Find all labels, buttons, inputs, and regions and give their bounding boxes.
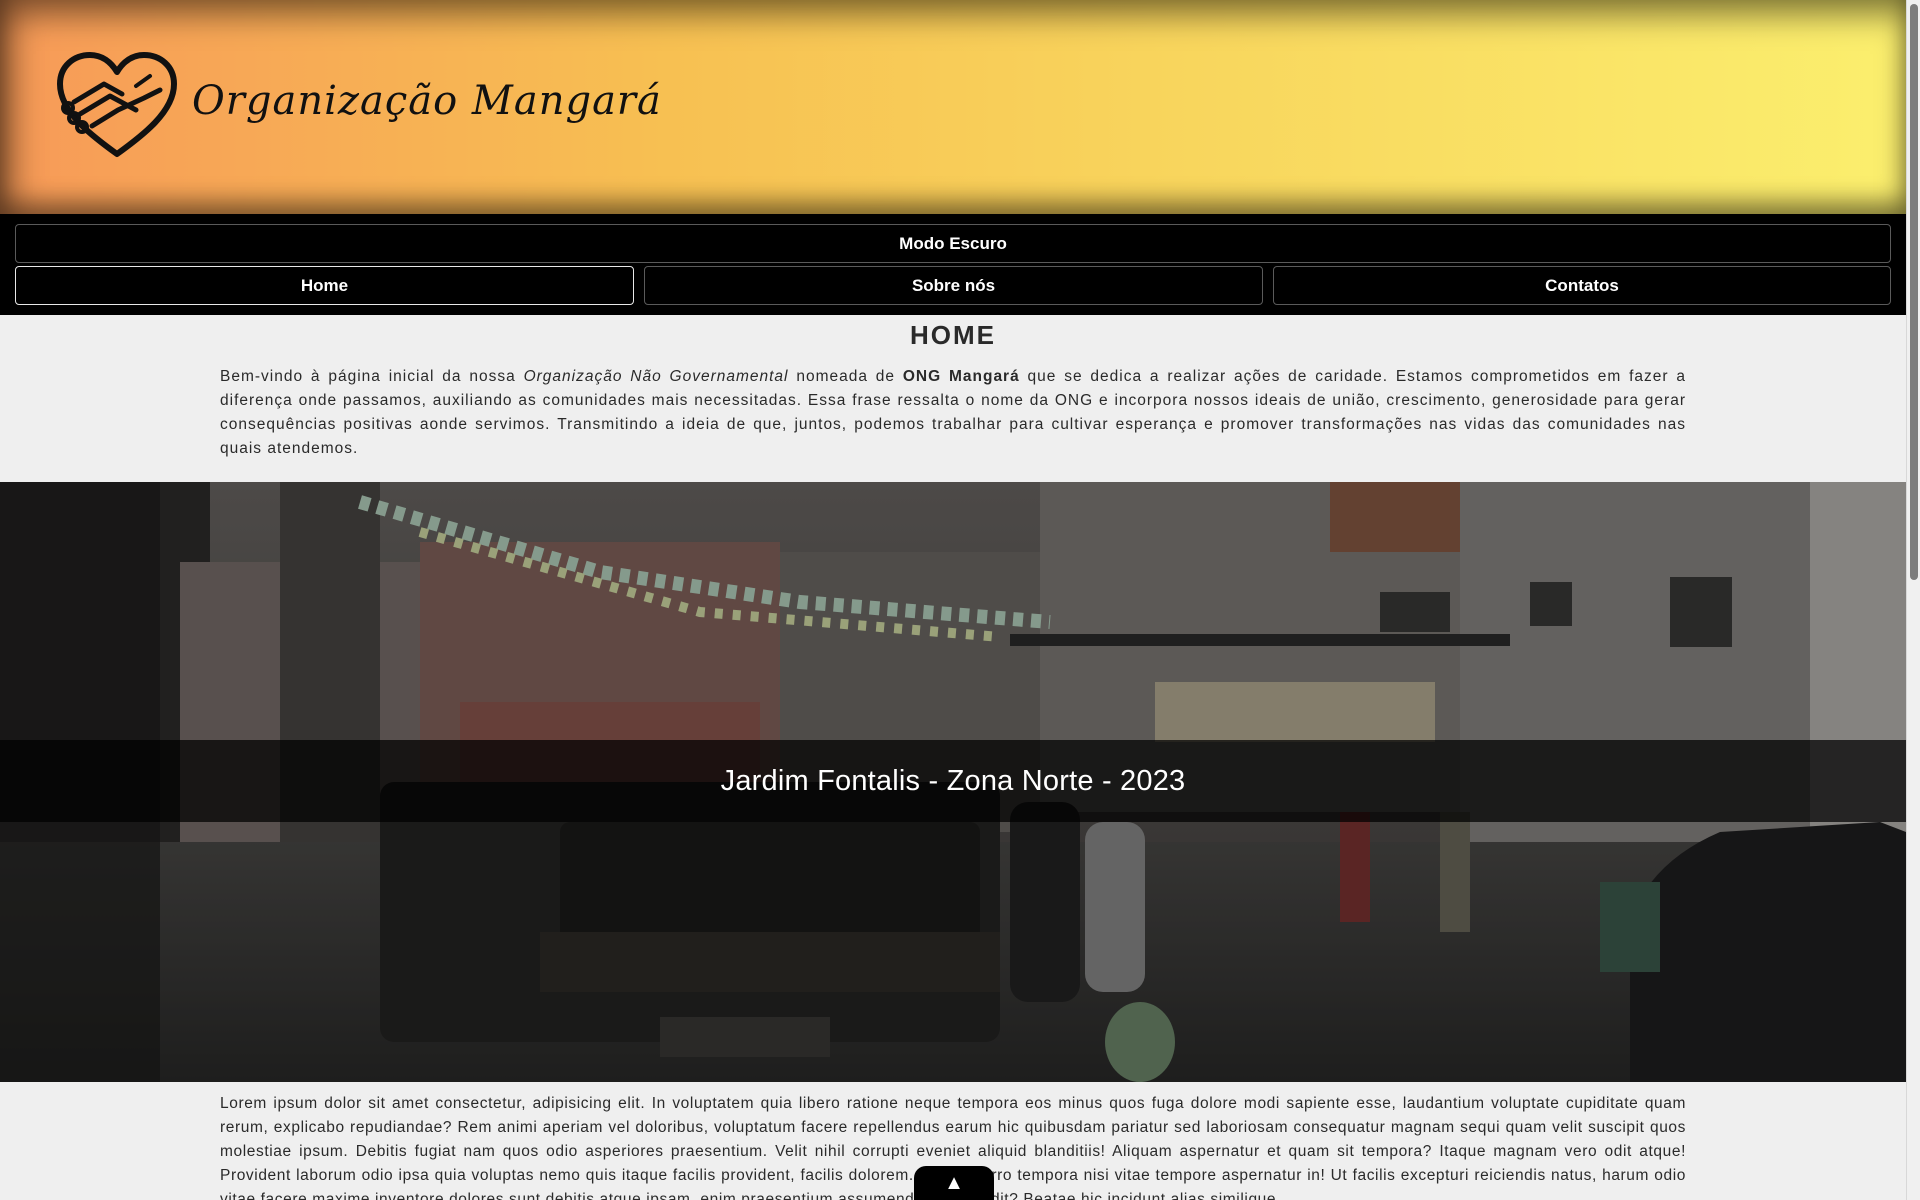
nav-item-sobre-nos[interactable]: Sobre nós <box>644 266 1263 305</box>
intro-paragraph: Bem-vindo à página inicial da nossa Orga… <box>220 365 1686 461</box>
hero-caption-band: Jardim Fontalis - Zona Norte - 2023 <box>0 740 1906 822</box>
site-header: Organização Mangará <box>0 0 1906 214</box>
hero-image: Jardim Fontalis - Zona Norte - 2023 <box>0 482 1906 1082</box>
page-scrollbar[interactable] <box>1906 0 1920 1200</box>
brand-name: Organização Mangará <box>192 78 662 124</box>
page: Organização Mangará Modo Escuro Home Sob… <box>0 0 1906 1200</box>
back-to-top-button[interactable]: ▲ <box>914 1166 994 1200</box>
scrollbar-thumb[interactable] <box>1910 4 1918 580</box>
page-title: HOME <box>910 320 996 350</box>
dark-mode-button[interactable]: Modo Escuro <box>15 224 1891 263</box>
intro-italic: Organização Não Governamental <box>523 368 789 385</box>
intro-text-2: nomeada de <box>788 368 903 385</box>
nav-item-contatos[interactable]: Contatos <box>1273 266 1891 305</box>
nav-item-home[interactable]: Home <box>15 266 634 305</box>
intro-bold-ong-name: ONG Mangará <box>902 368 1020 385</box>
intro-text-1: Bem-vindo à página inicial da nossa <box>220 368 524 385</box>
heart-handshake-icon[interactable] <box>52 50 182 162</box>
arrow-up-icon: ▲ <box>944 1172 964 1194</box>
hero-caption: Jardim Fontalis - Zona Norte - 2023 <box>720 764 1186 797</box>
main-nav: Modo Escuro Home Sobre nós Contatos <box>0 214 1906 315</box>
